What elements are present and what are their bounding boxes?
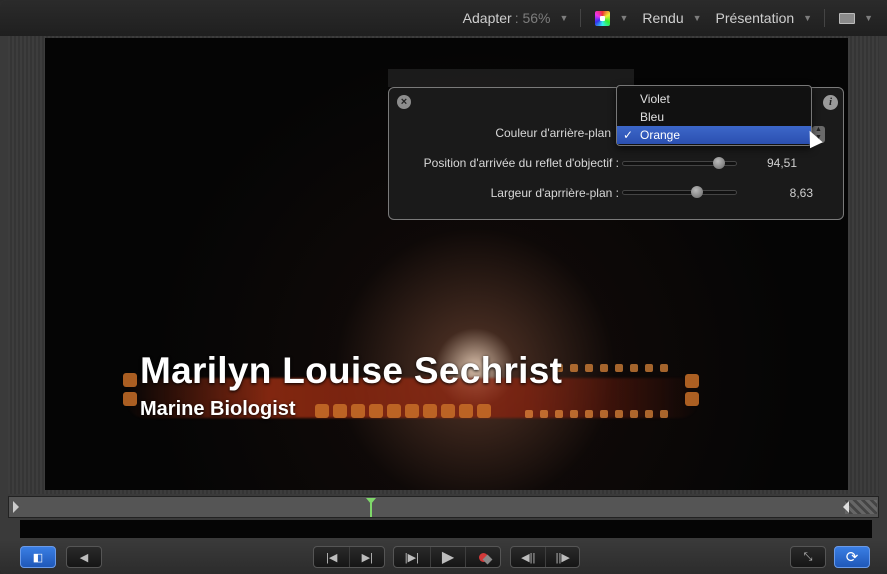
play-icon: ▶ [441, 549, 455, 566]
go-to-start-icon: |◀ [326, 551, 338, 564]
render-popup[interactable]: Rendu ▼ [642, 10, 701, 26]
flare-position-value[interactable]: 94,51 [757, 156, 797, 170]
zoom-label: Adapter [462, 10, 512, 26]
view-popup[interactable]: Présentation ▼ [716, 10, 813, 26]
frame-step-group: ◀|| ||▶ [510, 546, 580, 568]
layout-popup[interactable]: ▼ [839, 12, 873, 24]
zoom-popup[interactable]: Adapter : 56% ▼ [463, 10, 569, 26]
toolbar-divider [580, 9, 582, 27]
zoom-value: : 56% [514, 10, 551, 26]
loop-button[interactable]: ⟳ [834, 546, 870, 568]
hud-header-bar [388, 69, 634, 87]
bg-color-label: Couleur d'arrière-plan [495, 126, 611, 140]
toolbar-divider [824, 9, 826, 27]
speaker-icon: ◀ [79, 551, 89, 564]
chevron-down-icon: ▼ [619, 13, 629, 23]
fullscreen-button[interactable]: ⤡ [790, 546, 826, 568]
menu-item-bleu[interactable]: Bleu [617, 108, 811, 126]
in-point-icon[interactable] [13, 501, 19, 513]
mini-timeline[interactable] [8, 496, 879, 518]
timeline-track-strip [20, 520, 872, 538]
slider-knob[interactable] [690, 186, 703, 198]
decor-dots-bottom [525, 410, 668, 418]
chevron-down-icon: ▼ [803, 13, 813, 23]
bg-width-label: Largeur d'aprrière-plan : [490, 186, 619, 200]
decor-squares-right [685, 374, 699, 388]
close-icon[interactable]: × [397, 95, 411, 109]
slider-knob[interactable] [712, 157, 725, 169]
loop-icon: ⟳ [845, 549, 859, 566]
lower-third-subtitle: Marine Biologist [140, 398, 296, 420]
view-label: Présentation [715, 10, 795, 26]
go-to-start-button[interactable]: |◀ [314, 547, 349, 567]
color-channels-icon [595, 10, 611, 26]
color-channels-popup[interactable]: ▼ [595, 10, 629, 26]
next-frame-icon: ||▶ [555, 551, 570, 564]
decor-dots-top [555, 364, 668, 372]
play-range-button[interactable]: |▶| [394, 547, 430, 567]
out-point-icon[interactable] [843, 500, 877, 514]
menu-item-violet[interactable]: Violet [617, 90, 811, 108]
info-icon[interactable]: i [823, 95, 838, 110]
render-label: Rendu [642, 10, 684, 26]
checkmark-icon: ✓ [623, 128, 634, 142]
sidebar-toggle-button[interactable]: ◧ [20, 546, 56, 568]
go-to-end-icon: ▶| [361, 551, 373, 564]
menu-item-orange[interactable]: ✓ Orange [617, 126, 811, 144]
playhead-icon[interactable] [366, 498, 377, 517]
record-icon [478, 552, 488, 562]
lower-third-title: Marilyn Louise Sechrist [140, 350, 563, 391]
next-frame-button[interactable]: ||▶ [545, 547, 579, 567]
play-button[interactable]: ▶ [429, 547, 466, 567]
fullscreen-icon: ⤡ [803, 550, 813, 563]
flare-position-slider[interactable] [622, 157, 737, 169]
view-layout-icon [839, 12, 856, 24]
previous-frame-button[interactable]: ◀|| [511, 547, 545, 567]
decor-squares-left-2 [123, 392, 137, 406]
bg-width-value[interactable]: 8,63 [773, 186, 813, 200]
previous-frame-icon: ◀|| [521, 551, 536, 564]
audio-button[interactable]: ◀ [66, 546, 102, 568]
chevron-down-icon: ▼ [864, 13, 873, 23]
transport-bar: ◧ ◀ |◀ ▶| |▶| ▶ ◀|| ||▶ ⤡ ⟳ [0, 540, 887, 574]
playback-group: |▶| ▶ [393, 546, 501, 568]
menu-item-label: Bleu [640, 110, 665, 124]
bg-color-menu: Violet Bleu ✓ Orange [616, 85, 812, 146]
chevron-down-icon: ▼ [692, 13, 702, 23]
sidebar-icon: ◧ [32, 551, 44, 564]
flare-position-label: Position d'arrivée du reflet d'objectif … [423, 156, 619, 170]
record-button[interactable] [465, 547, 500, 567]
viewer-window: Adapter : 56% ▼ ▼ Rendu ▼ Présentation ▼… [0, 0, 887, 574]
decor-squares-row [315, 404, 491, 418]
goto-group: |◀ ▶| [313, 546, 385, 568]
play-range-icon: |▶| [404, 551, 419, 564]
decor-squares-right-2 [685, 392, 699, 406]
menu-item-label: Orange [640, 128, 681, 142]
chevron-down-icon: ▼ [559, 13, 569, 23]
decor-squares-left [123, 373, 137, 387]
viewer-toolbar: Adapter : 56% ▼ ▼ Rendu ▼ Présentation ▼… [0, 0, 887, 36]
menu-item-label: Violet [640, 92, 670, 106]
go-to-end-button[interactable]: ▶| [349, 547, 384, 567]
bg-width-slider[interactable] [622, 186, 737, 198]
